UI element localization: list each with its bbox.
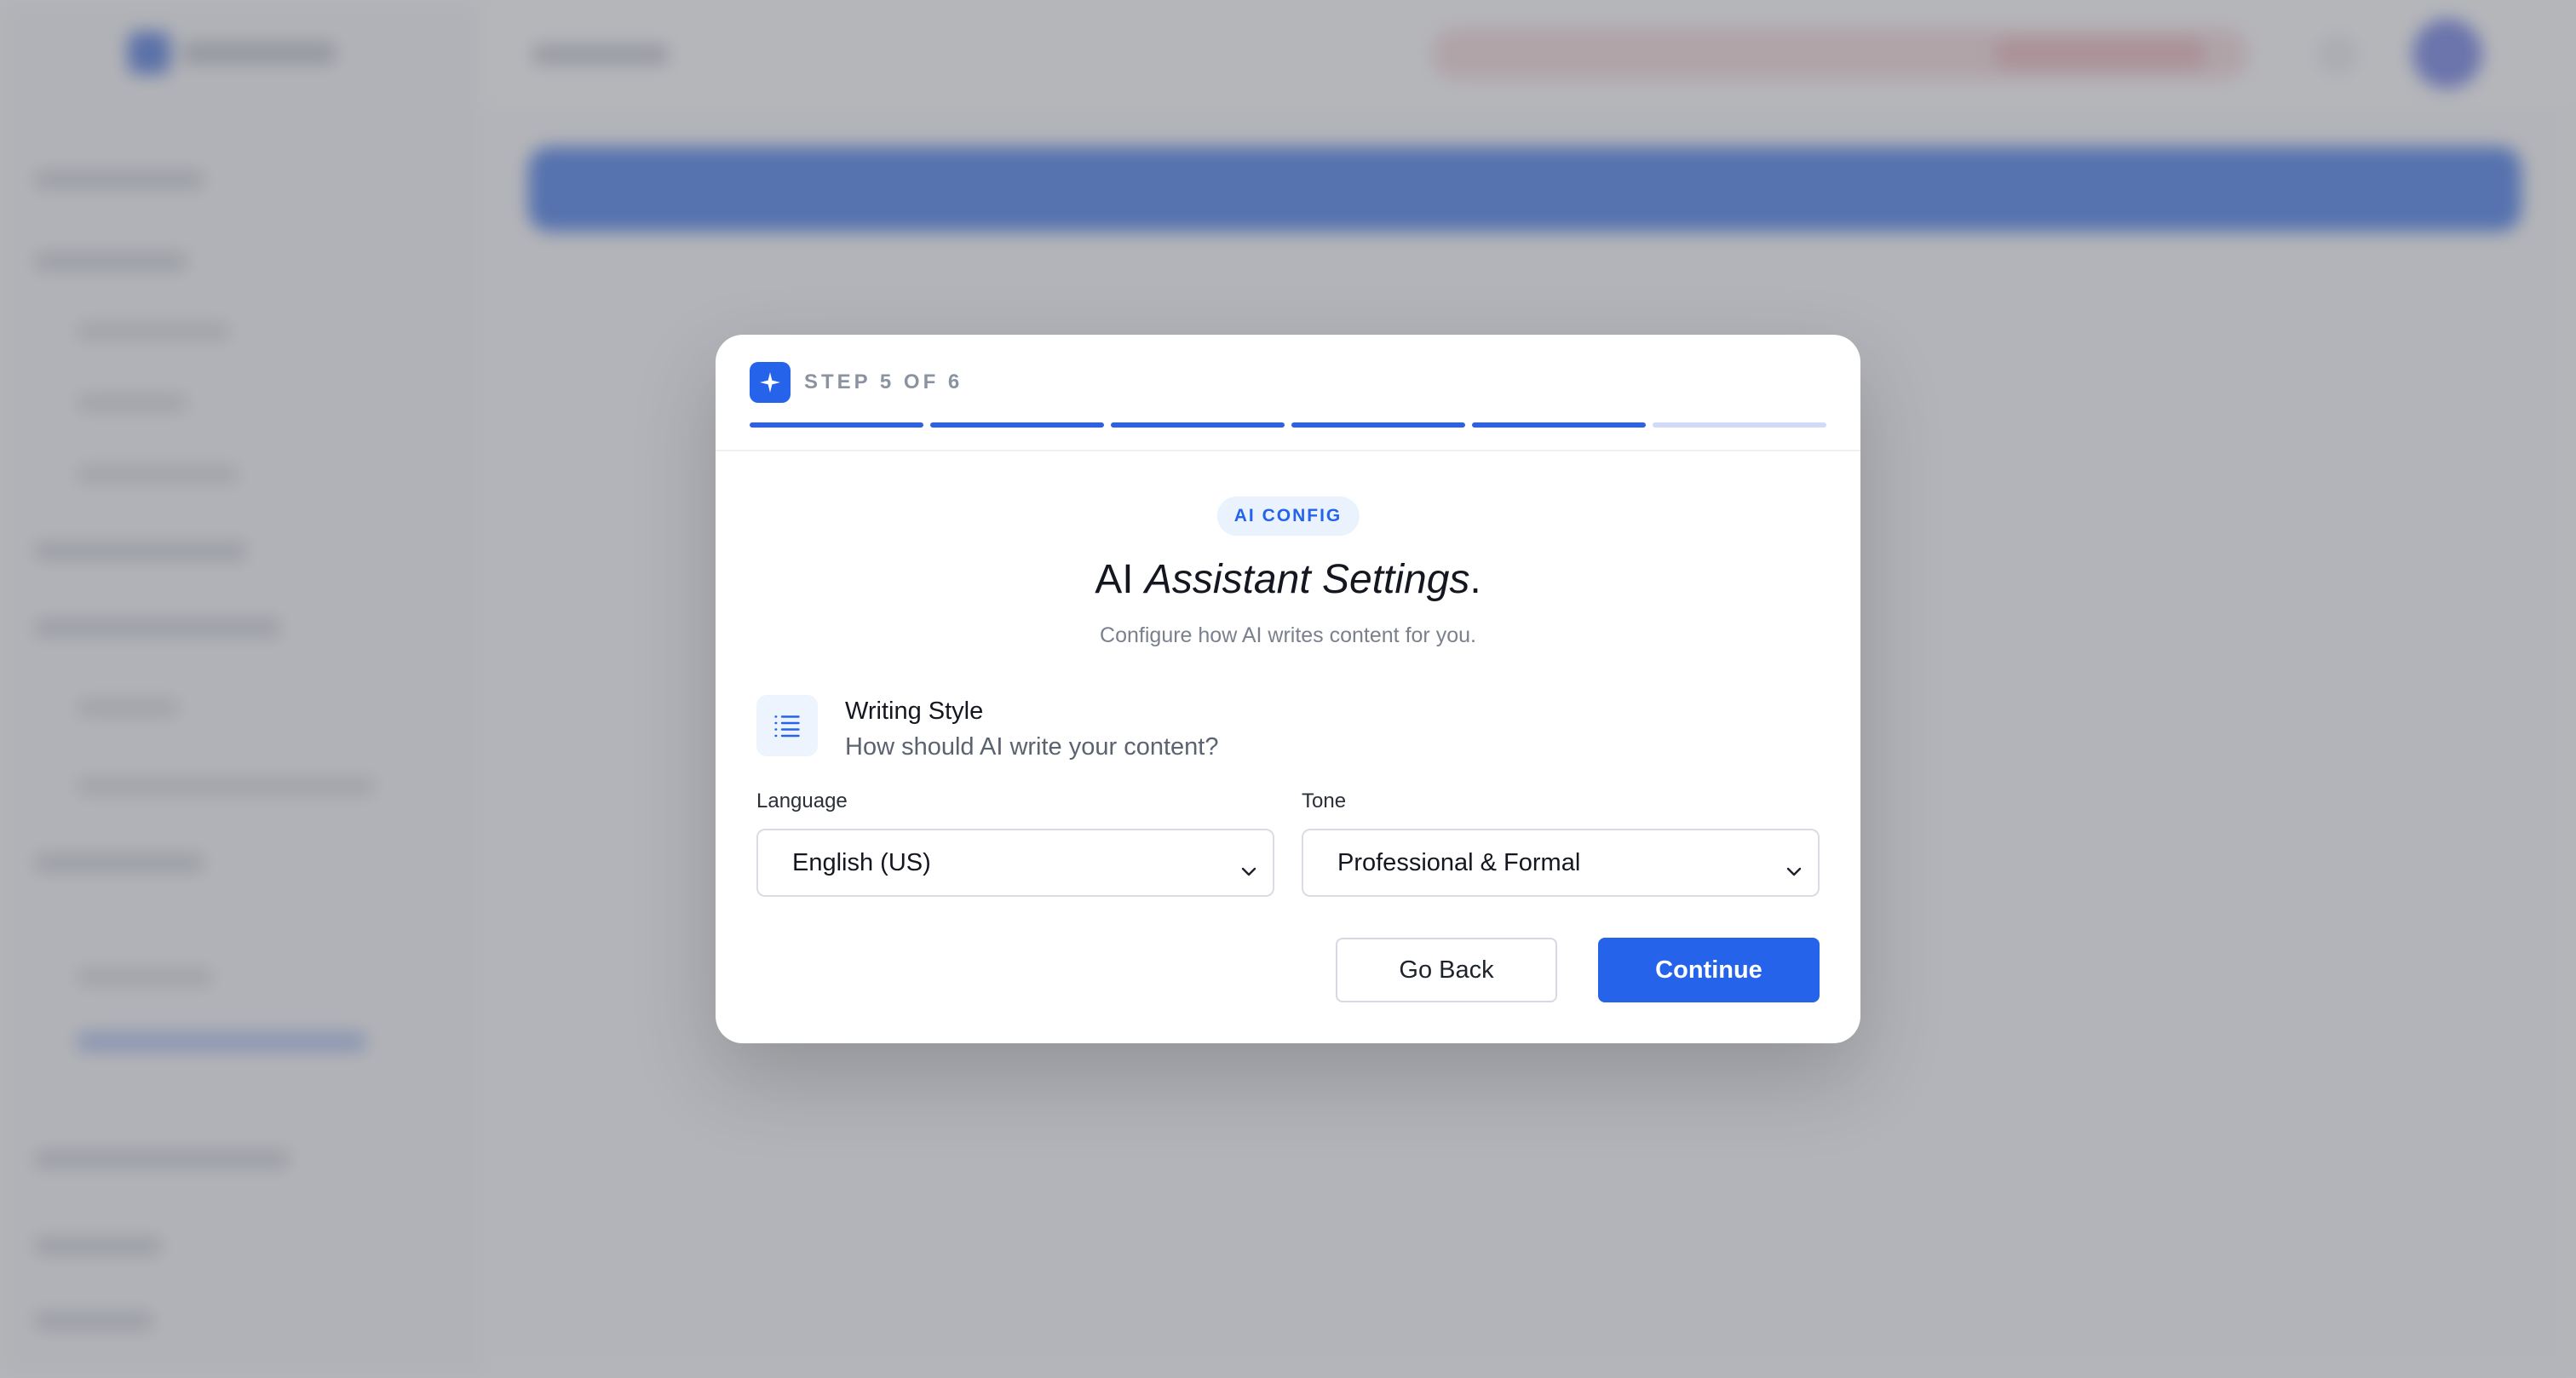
- chevron-down-icon: [1240, 856, 1257, 884]
- chevron-down-icon: [1785, 856, 1803, 884]
- language-select-value: English (US): [792, 848, 931, 876]
- continue-button[interactable]: Continue: [1598, 938, 1820, 1002]
- modal-title: AI Assistant Settings.: [1095, 557, 1481, 602]
- section-subtitle: How should AI write your content?: [845, 733, 1219, 761]
- list-icon: [756, 695, 818, 756]
- sparkle-icon: [750, 362, 791, 403]
- progress-segment-6: [1653, 422, 1826, 428]
- step-progress-bar: [750, 422, 1826, 428]
- progress-segment-3: [1111, 422, 1285, 428]
- section-title: Writing Style: [845, 698, 984, 725]
- progress-segment-1: [750, 422, 923, 428]
- language-select[interactable]: English (US): [756, 829, 1274, 897]
- modal-subtitle: Configure how AI writes content for you.: [1100, 623, 1476, 647]
- tone-label: Tone: [1302, 789, 1347, 812]
- go-back-button[interactable]: Go Back: [1336, 938, 1557, 1002]
- section-badge: AI CONFIG: [1216, 497, 1360, 536]
- language-label: Language: [756, 789, 848, 812]
- step-indicator: STEP 5 OF 6: [804, 370, 963, 393]
- modal-header: STEP 5 OF 6: [716, 335, 1860, 451]
- progress-segment-5: [1472, 422, 1646, 428]
- tone-select[interactable]: Professional & Formal: [1302, 829, 1820, 897]
- progress-segment-4: [1291, 422, 1465, 428]
- onboarding-modal: STEP 5 OF 6 AI CONFIG AI Assistant Setti…: [716, 335, 1860, 1043]
- tone-select-value: Professional & Formal: [1337, 848, 1581, 876]
- progress-segment-2: [930, 422, 1104, 428]
